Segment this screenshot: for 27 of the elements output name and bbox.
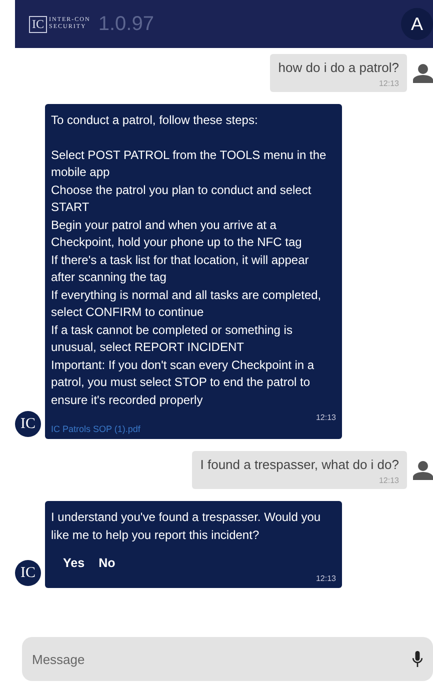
microphone-icon[interactable] — [412, 651, 423, 667]
message-time: 12:13 — [316, 574, 336, 583]
user-avatar-icon — [413, 63, 433, 83]
account-avatar[interactable]: A — [401, 8, 433, 40]
message-text: I understand you've found a trespasser. Would you like me to help you report this incident? — [51, 509, 322, 544]
message-text: To conduct a patrol, follow these steps: — [51, 112, 259, 129]
logo-mark: IC — [29, 16, 47, 32]
message-text: Select POST PATROL from the TOOLS menu in the mobile app — [51, 146, 328, 181]
message-text: how do i do a patrol? — [278, 60, 399, 75]
reply-option-button[interactable]: No — [98, 556, 116, 570]
message-text: If there's a task list for that location, it will appear after scanning the tag — [51, 252, 310, 286]
message-text: If everything is normal and all tasks are completed, select CONFIRM to continue — [51, 286, 322, 321]
reply-option-button[interactable]: Yes — [63, 556, 85, 570]
user-avatar-icon — [413, 460, 433, 480]
attachment-link[interactable]: IC Patrols SOP (1).pdf — [51, 424, 336, 434]
message-text: Important: If you don't scan every Checkpoint in a patrol, you must select STOP to end the patrol to ensure it's recorded properly — [51, 356, 316, 408]
bot-avatar: IC — [15, 411, 41, 437]
message-text: I found a trespasser, what do i do? — [200, 457, 399, 472]
version-label: 1.0.97 — [98, 12, 154, 36]
bot-avatar: IC — [15, 560, 41, 586]
message-text: Begin your patrol and when you arrive at a Checkpoint, hold your phone up to the NFC tag — [51, 216, 303, 251]
message-time: 12:13 — [316, 413, 336, 422]
message-time: 12:13 — [378, 79, 399, 88]
message-text: If a task cannot be completed or something is unusual, select REPORT INCIDENT — [51, 322, 294, 356]
message-text: Choose the patrol you plan to conduct and select START — [51, 182, 312, 216]
message-time: 12:13 — [378, 476, 399, 485]
message-input-field[interactable]: Message — [22, 637, 433, 681]
